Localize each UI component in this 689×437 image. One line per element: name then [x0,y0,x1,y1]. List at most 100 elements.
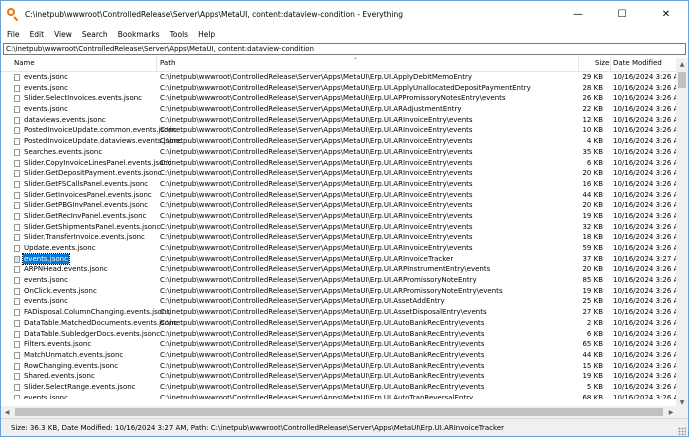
file-name[interactable]: Shared.events.jsonc [24,371,95,382]
table-row[interactable]: RowChanging.events.jsonc C:\inetpub\wwwro… [1,361,677,372]
table-row[interactable]: Slider.SelectInvoices.events.jsonc C:\ine… [1,93,677,104]
column-header-size[interactable]: Size [595,59,609,67]
table-row[interactable]: events.jsonc C:\inetpub\wwwroot\Controlle… [1,393,677,399]
file-date-modified: 10/16/2024 3:26 AM [613,147,677,156]
file-size: 65 KB [582,340,603,349]
table-row[interactable]: events.jsonc C:\inetpub\wwwroot\Controlle… [1,104,677,115]
minimize-button[interactable]: — [556,1,600,27]
column-divider[interactable] [610,57,611,71]
file-name[interactable]: Slider.GetDepositPayment.events.jsonc [24,168,162,179]
table-row[interactable]: DataTable.SubledgerDocs.events.jsonc C:\i… [1,329,677,340]
file-name[interactable]: DataTable.SubledgerDocs.events.jsonc [24,329,160,340]
file-size: 10 KB [582,126,603,135]
scroll-up-icon[interactable]: ▲ [676,58,688,70]
column-divider[interactable] [578,57,579,71]
file-name[interactable]: Searches.events.jsonc [24,147,102,158]
table-row[interactable]: events.jsonc C:\inetpub\wwwroot\Controlle… [1,83,677,94]
table-row[interactable]: FADisposal.ColumnChanging.events.jsonc C:… [1,307,677,318]
file-name[interactable]: Slider.GetFSCallsPanel.events.jsonc [24,179,148,190]
file-name[interactable]: Slider.SelectRange.events.jsonc [24,382,136,393]
table-row[interactable]: dataviews.events.jsonc C:\inetpub\wwwroot… [1,115,677,126]
file-name[interactable]: events.jsonc [24,83,68,94]
file-size: 27 KB [582,308,603,317]
table-row[interactable]: Slider.SelectRange.events.jsonc C:\inetpu… [1,382,677,393]
table-row[interactable]: events.jsonc C:\inetpub\wwwroot\Controlle… [1,72,677,83]
menu-file[interactable]: File [7,30,20,39]
file-path: C:\inetpub\wwwroot\ControlledRelease\Ser… [160,372,485,381]
file-name[interactable]: Slider.GetInvoicesPanel.events.jsonc [24,190,152,201]
table-row[interactable]: Slider.TransferInvoice.events.jsonc C:\in… [1,232,677,243]
table-row[interactable]: events.jsonc C:\inetpub\wwwroot\Controlle… [1,252,677,266]
file-name[interactable]: PostedInvoiceUpdate.common.events.jsonc [24,125,177,136]
file-name[interactable]: Filters.events.jsonc [24,339,91,350]
close-button[interactable]: ✕ [644,1,688,27]
sort-ascending-icon: ⌃ [353,57,359,64]
table-row[interactable]: Searches.events.jsonc C:\inetpub\wwwroot\… [1,147,677,158]
column-header-name[interactable]: Name [14,59,35,67]
file-name[interactable]: ARPNHead.events.jsonc [24,264,108,275]
file-name[interactable]: Slider.TransferInvoice.events.jsonc [24,232,145,243]
menu-bookmarks[interactable]: Bookmarks [118,30,160,39]
file-name[interactable]: events.jsonc [24,72,68,83]
menu-view[interactable]: View [54,30,72,39]
file-icon [14,277,20,285]
table-row[interactable]: ARPNHead.events.jsonc C:\inetpub\wwwroot\… [1,264,677,275]
table-row[interactable]: Shared.events.jsonc C:\inetpub\wwwroot\Co… [1,371,677,382]
table-row[interactable]: Slider.GetShipmentsPanel.events.jsonc C:\… [1,222,677,233]
file-name[interactable]: events.jsonc [24,104,68,115]
horizontal-scroll-thumb[interactable] [15,408,663,416]
file-name[interactable]: RowChanging.events.jsonc [24,361,118,372]
file-name[interactable]: events.jsonc [22,252,70,266]
file-date-modified: 10/16/2024 3:26 AM [613,265,677,274]
menu-search[interactable]: Search [82,30,108,39]
menu-edit[interactable]: Edit [30,30,45,39]
table-row[interactable]: DataTable.MatchedDocuments.events.jsonc C… [1,318,677,329]
title-bar[interactable]: C:\inetpub\wwwroot\ControlledRelease\Ser… [1,1,688,27]
column-header-path[interactable]: Path [160,59,175,67]
horizontal-scrollbar[interactable]: ◀ ▶ [1,406,677,418]
file-name[interactable]: FADisposal.ColumnChanging.events.jsonc [24,307,170,318]
resize-grip-icon[interactable] [678,427,686,435]
maximize-button[interactable]: ☐ [600,1,644,27]
file-name[interactable]: Slider.CopyInvoiceLinesPanel.events.json… [24,158,172,169]
column-divider[interactable] [156,57,157,71]
vertical-scrollbar[interactable]: ▲ ▼ [676,58,688,408]
table-row[interactable]: Update.events.jsonc C:\inetpub\wwwroot\Co… [1,243,677,254]
file-size: 18 KB [582,233,603,242]
table-row[interactable]: PostedInvoiceUpdate.common.events.jsonc C… [1,125,677,136]
table-row[interactable]: Slider.CopyInvoiceLinesPanel.events.json… [1,158,677,169]
menu-tools[interactable]: Tools [170,30,188,39]
file-icon [14,180,20,188]
table-row[interactable]: Slider.GetInvoicesPanel.events.jsonc C:\i… [1,190,677,201]
file-name[interactable]: MatchUnmatch.events.jsonc [24,350,123,361]
file-name[interactable]: Slider.GetRecInvPanel.events.jsonc [24,211,146,222]
file-name[interactable]: events.jsonc [24,275,68,286]
file-name[interactable]: Update.events.jsonc [24,243,96,254]
file-name[interactable]: Slider.GetShipmentsPanel.events.jsonc [24,222,160,233]
file-name[interactable]: Slider.GetPBGInvPanel.events.jsonc [24,200,148,211]
table-row[interactable]: OnClick.events.jsonc C:\inetpub\wwwroot\C… [1,286,677,297]
vertical-scroll-thumb[interactable] [678,72,686,88]
file-name[interactable]: events.jsonc [24,393,68,399]
file-icon [14,159,20,167]
table-row[interactable]: Slider.GetDepositPayment.events.jsonc C:\… [1,168,677,179]
file-name[interactable]: events.jsonc [24,296,68,307]
file-name[interactable]: Slider.SelectInvoices.events.jsonc [24,93,142,104]
column-header-date-modified[interactable]: Date Modified [613,59,662,67]
file-name[interactable]: DataTable.MatchedDocuments.events.jsonc [24,318,177,329]
table-row[interactable]: Slider.GetFSCallsPanel.events.jsonc C:\in… [1,179,677,190]
table-row[interactable]: PostedInvoiceUpdate.dataviews.events.jso… [1,136,677,147]
everything-app-icon[interactable] [7,8,19,22]
table-row[interactable]: events.jsonc C:\inetpub\wwwroot\Controlle… [1,296,677,307]
file-name[interactable]: OnClick.events.jsonc [24,286,97,297]
table-row[interactable]: events.jsonc C:\inetpub\wwwroot\Controlle… [1,275,677,286]
file-name[interactable]: PostedInvoiceUpdate.dataviews.events.jso… [24,136,182,147]
table-row[interactable]: Filters.events.jsonc C:\inetpub\wwwroot\C… [1,339,677,350]
file-name[interactable]: dataviews.events.jsonc [24,115,106,126]
table-row[interactable]: Slider.GetRecInvPanel.events.jsonc C:\ine… [1,211,677,222]
scroll-left-icon[interactable]: ◀ [1,406,13,418]
menu-help[interactable]: Help [198,30,215,39]
table-row[interactable]: Slider.GetPBGInvPanel.events.jsonc C:\ine… [1,200,677,211]
search-input[interactable]: C:\inetpub\wwwroot\ControlledRelease\Ser… [3,43,686,55]
table-row[interactable]: MatchUnmatch.events.jsonc C:\inetpub\wwwr… [1,350,677,361]
